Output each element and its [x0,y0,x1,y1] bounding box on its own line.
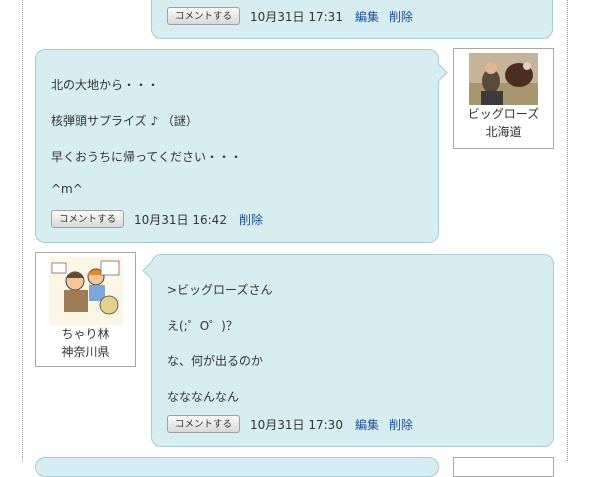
delete-link[interactable]: 削除 [239,211,263,228]
right-rail [567,0,568,461]
comment-date: 10月31日 16:42 [134,212,227,227]
comment-line: え(;゜O゜)？ [167,319,238,333]
comment-date: 10月31日 17:30 [250,417,343,432]
comment-line: >ビッグローズさん [167,283,273,297]
comment-line: ^m^ [51,182,83,196]
comment-bubble-bigrose: 北の大地から・・・ 核弾頭サプライズ ♪ （謎） 早くおうちに帰ってください・・… [35,49,439,243]
comment-bubble-chari: >ビッグローズさん え(;゜O゜)？ な、何が出るのか なななんなん コメントす… [151,254,554,447]
edit-link[interactable]: 編集 [355,416,379,433]
comment-meta: コメントする 10月31日 17:31 編集 削除 [167,7,423,25]
comment-meta: コメントする 10月31日 16:42 削除 [51,210,273,228]
delete-link[interactable]: 削除 [389,8,413,25]
profile-card-chari[interactable]: ちゃり林 神奈川県 [35,252,136,367]
edit-link[interactable]: 編集 [355,8,379,25]
comment-button[interactable]: コメントする [167,415,241,433]
profile-location: 北海道 [485,125,522,139]
comment-line: 核弾頭サプライズ ♪ （謎） [51,114,198,128]
comment-button[interactable]: コメントする [51,210,125,228]
profile-name[interactable]: ちゃり林 [36,325,135,343]
profile-card-bigrose[interactable]: ビッグローズ 北海道 [453,48,554,149]
comment-date: 10月31日 17:31 [250,9,343,24]
comment-button[interactable]: コメントする [167,7,241,25]
profile-card-next[interactable] [453,457,554,477]
left-rail [22,0,23,461]
comment-bubble-top: コメントする 10月31日 17:31 編集 削除 [151,0,553,39]
avatar[interactable] [48,257,123,325]
profile-name[interactable]: ビッグローズ [454,105,553,123]
comment-line: なななんなん [167,390,240,404]
delete-link[interactable]: 削除 [389,416,413,433]
comment-line: 早くおうちに帰ってください・・・ [51,150,243,164]
comment-bubble-next [35,457,439,477]
comment-line: な、何が出るのか [167,354,264,368]
profile-location: 神奈川県 [61,345,110,359]
avatar[interactable] [469,53,538,105]
comment-line: 北の大地から・・・ [51,78,160,92]
comment-meta: コメントする 10月31日 17:30 編集 削除 [167,415,423,433]
